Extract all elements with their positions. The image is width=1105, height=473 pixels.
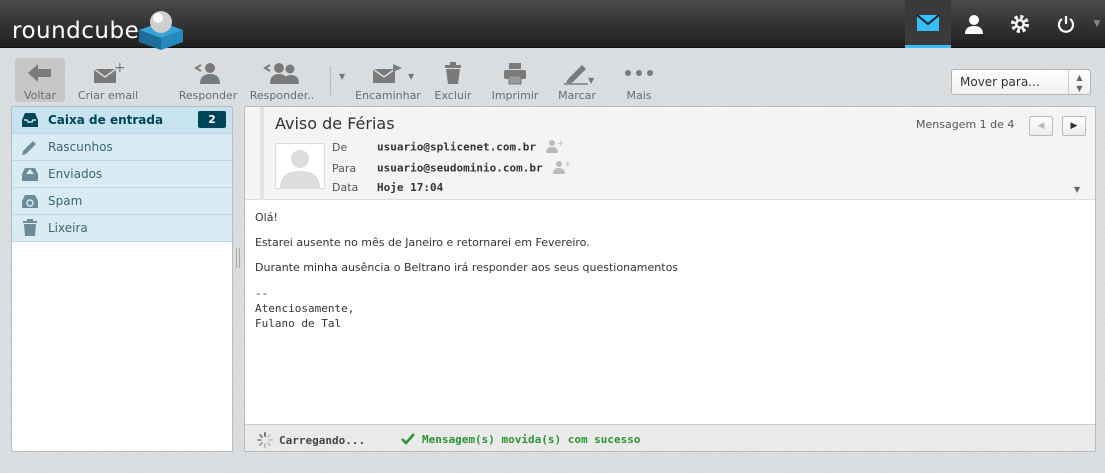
message-header: Aviso de Férias De usuario@splicenet.com.… xyxy=(245,107,1095,200)
status-bar: Carregando... Mensagem(s) movida(s) com … xyxy=(245,424,1095,451)
checkmark-icon xyxy=(401,433,415,445)
folder-drafts[interactable]: Rascunhos xyxy=(12,134,232,161)
forward-dropdown-icon[interactable]: ▼ xyxy=(408,72,414,81)
folder-list: Caixa de entrada 2 Rascunhos Enviados Sp… xyxy=(11,106,233,452)
printer-icon xyxy=(489,60,541,86)
logout-icon[interactable] xyxy=(1043,0,1089,48)
back-button[interactable]: Voltar xyxy=(19,60,61,102)
body-line: Olá! xyxy=(255,211,278,224)
pane-splitter[interactable] xyxy=(236,248,240,268)
to-row: Parausuario@seudominio.com.br + xyxy=(332,160,572,177)
reply-all-button[interactable]: Responder.. xyxy=(246,60,318,102)
move-to-select[interactable]: Mover para... ▲ ▼ xyxy=(951,69,1091,95)
mark-dropdown-icon[interactable]: ▼ xyxy=(588,76,594,85)
message-date: Hoje 17:04 xyxy=(377,181,444,194)
logo-box-icon xyxy=(139,11,183,50)
folder-inbox[interactable]: Caixa de entrada 2 xyxy=(12,107,232,134)
reply-button[interactable]: Responder xyxy=(176,60,240,102)
mail-icon[interactable] xyxy=(905,0,951,48)
message-body: Olá! Estarei ausente no mês de Janeiro e… xyxy=(255,211,1085,331)
from-address[interactable]: usuario@splicenet.com.br xyxy=(377,141,536,154)
prev-message-button[interactable]: ◀ xyxy=(1029,116,1053,136)
toolbar: Voltar + Criar email Responder Responder… xyxy=(0,48,1105,104)
sender-avatar xyxy=(275,143,325,189)
more-dots-icon xyxy=(621,60,657,86)
spam-icon xyxy=(12,193,48,209)
print-button[interactable]: Imprimir xyxy=(489,60,541,102)
next-message-button[interactable]: ▶ xyxy=(1062,116,1086,136)
message-subject: Aviso de Férias xyxy=(275,114,395,133)
toolbar-separator xyxy=(330,66,331,96)
header-toggle-icon[interactable]: ▼ xyxy=(1074,185,1080,194)
spinner-icon xyxy=(257,432,273,448)
contacts-icon[interactable] xyxy=(951,0,997,48)
success-text: Mensagem(s) movida(s) com sucesso xyxy=(422,432,641,446)
compose-button[interactable]: + Criar email xyxy=(75,60,141,102)
menu-caret-icon[interactable]: ▼ xyxy=(1089,0,1105,48)
signature: -- Atenciosamente, Fulano de Tal xyxy=(255,287,355,330)
next-arrow-icon: ▶ xyxy=(1070,121,1078,131)
add-contact-icon[interactable]: + xyxy=(545,139,565,156)
folder-trash[interactable]: Lixeira xyxy=(12,215,232,242)
folder-spam[interactable]: Spam xyxy=(12,188,232,215)
to-address[interactable]: usuario@seudominio.com.br xyxy=(377,162,543,175)
header-leftbar xyxy=(260,107,264,200)
svg-text:+: + xyxy=(564,160,570,170)
move-to-label: Mover para... xyxy=(960,75,1040,89)
logo-text: roundcube xyxy=(12,18,140,44)
settings-icon[interactable] xyxy=(997,0,1043,48)
message-counter: Mensagem 1 de 4 xyxy=(916,118,1015,131)
loading-indicator: Carregando... xyxy=(257,432,365,448)
unread-count-badge: 2 xyxy=(198,111,226,128)
loading-text: Carregando... xyxy=(279,433,366,447)
success-message: Mensagem(s) movida(s) com sucesso xyxy=(400,432,641,446)
more-button[interactable]: Mais xyxy=(621,60,657,102)
pencil-icon xyxy=(12,138,48,156)
trash-icon xyxy=(12,219,48,237)
from-row: Deusuario@splicenet.com.br + xyxy=(332,139,565,156)
compose-icon: + xyxy=(75,60,141,86)
back-arrow-icon xyxy=(19,60,61,86)
reply-dropdown-icon[interactable]: ▼ xyxy=(339,72,345,81)
body-line: Durante minha ausência o Beltrano irá re… xyxy=(255,261,679,274)
svg-text:+: + xyxy=(114,61,125,76)
body-line: Estarei ausente no mês de Janeiro e reto… xyxy=(255,236,590,249)
inbox-icon xyxy=(12,112,48,128)
top-bar: roundcube ▼ xyxy=(0,0,1105,50)
date-row: Data Hoje 17:04 xyxy=(332,181,444,194)
roundcube-logo[interactable]: roundcube xyxy=(10,8,190,50)
reply-all-icon xyxy=(246,60,318,86)
trash-icon xyxy=(433,60,473,86)
sent-icon xyxy=(12,166,48,182)
prev-arrow-icon: ◀ xyxy=(1037,121,1045,131)
reply-icon xyxy=(176,60,240,86)
folder-sent[interactable]: Enviados xyxy=(12,161,232,188)
message-pane: Aviso de Férias De usuario@splicenet.com.… xyxy=(244,106,1096,452)
select-arrows-icon: ▲ ▼ xyxy=(1068,70,1090,94)
add-contact-icon[interactable]: + xyxy=(552,160,572,177)
delete-button[interactable]: Excluir xyxy=(433,60,473,102)
svg-text:+: + xyxy=(557,139,563,149)
